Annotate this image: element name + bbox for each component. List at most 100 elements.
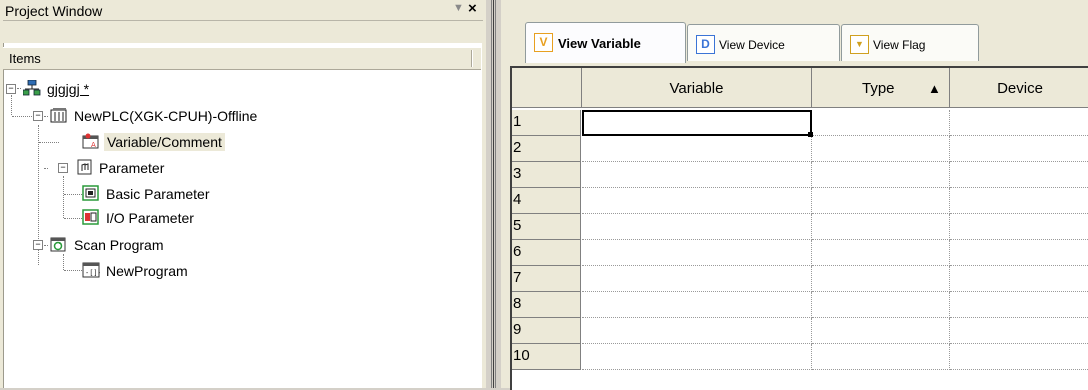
row-header[interactable]: 2: [512, 136, 581, 162]
grid-cell[interactable]: [812, 318, 950, 344]
close-icon[interactable]: ×: [468, 0, 477, 17]
column-header-label: Variable: [669, 80, 724, 97]
svg-text:A: A: [91, 141, 96, 149]
row-header[interactable]: 3: [512, 162, 581, 188]
tree-line: [12, 116, 34, 117]
collapse-icon[interactable]: −: [58, 163, 68, 173]
grid-cell[interactable]: [950, 240, 1088, 266]
column-header-variable[interactable]: Variable: [582, 68, 812, 108]
tree-line: [39, 142, 59, 143]
grid-cell[interactable]: [582, 136, 812, 162]
grid-corner-cell[interactable]: [512, 68, 582, 108]
grid-cell[interactable]: [812, 240, 950, 266]
scan-program-icon: [50, 237, 66, 252]
column-divider[interactable]: [471, 50, 473, 67]
grid-cell[interactable]: [582, 318, 812, 344]
tree-item-new-program[interactable]: -[]- NewProgram: [82, 261, 302, 281]
grid-cell[interactable]: [812, 110, 950, 136]
parameter-icon: [77, 159, 92, 175]
grid-cell[interactable]: [582, 214, 812, 240]
row-header[interactable]: 9: [512, 318, 581, 344]
grid-cell[interactable]: [950, 318, 1088, 344]
tree-item-label: Variable/Comment: [104, 133, 225, 151]
grid-cell[interactable]: [950, 188, 1088, 214]
grid-cell[interactable]: [582, 188, 812, 214]
project-window: Project Window ▼ × Items − gjgjgj * − Ne…: [0, 0, 486, 388]
row-header[interactable]: 6: [512, 240, 581, 266]
grid-cell[interactable]: [950, 136, 1088, 162]
tab-label: View Flag: [873, 38, 926, 52]
tab-label: View Device: [719, 38, 785, 52]
grid-cell[interactable]: [582, 292, 812, 318]
pane-splitter[interactable]: [486, 0, 501, 388]
basic-parameter-icon: [82, 185, 99, 201]
grid-cell[interactable]: [950, 344, 1088, 370]
grid-cell[interactable]: [812, 214, 950, 240]
column-header-label: Type: [862, 80, 895, 97]
row-header[interactable]: 4: [512, 188, 581, 214]
tab-view-device[interactable]: D View Device: [687, 24, 840, 61]
row-header[interactable]: 8: [512, 292, 581, 318]
collapse-icon[interactable]: −: [33, 111, 43, 121]
tree-line: [63, 176, 64, 218]
row-header[interactable]: 7: [512, 266, 581, 292]
network-icon: [23, 80, 41, 96]
io-parameter-icon: [82, 209, 99, 225]
tree-item-basic-parameter[interactable]: Basic Parameter: [82, 184, 302, 204]
variable-grid: Variable Type ▲ Device 1 2 3 4 5 6 7 8 9 10: [510, 66, 1088, 390]
flag-icon: ▼: [850, 35, 869, 54]
grid-cell[interactable]: [812, 162, 950, 188]
tree-line: [64, 218, 82, 219]
sort-ascending-icon: ▲: [928, 81, 941, 96]
grid-cell[interactable]: [812, 136, 950, 162]
project-window-titlebar[interactable]: Project Window ▼ ×: [3, 0, 483, 21]
tab-view-flag[interactable]: ▼ View Flag: [841, 24, 979, 61]
column-header-label: Device: [997, 80, 1043, 97]
grid-cell[interactable]: [582, 266, 812, 292]
row-header[interactable]: 10: [512, 344, 581, 370]
tree-item-label: NewProgram: [106, 263, 188, 279]
collapse-icon[interactable]: −: [6, 84, 16, 94]
active-cell[interactable]: [582, 110, 813, 137]
row-header[interactable]: 1: [512, 110, 581, 136]
tree-item-plc[interactable]: − NewPLC(XGK-CPUH)-Offline: [33, 106, 353, 126]
grid-cell[interactable]: [812, 292, 950, 318]
grid-cell[interactable]: [950, 162, 1088, 188]
column-header-type[interactable]: Type ▲: [812, 68, 950, 108]
grid-cell[interactable]: [582, 240, 812, 266]
plc-icon: [50, 108, 67, 123]
grid-cell[interactable]: [950, 214, 1088, 240]
tree-item-variable-comment[interactable]: A Variable/Comment: [58, 132, 278, 152]
variable-comment-icon: A: [82, 133, 99, 149]
grid-cell[interactable]: [812, 344, 950, 370]
tree-line: [44, 168, 48, 169]
tree-line: [63, 254, 64, 270]
tree-item-label: Scan Program: [74, 237, 164, 253]
tree-item-scan-program[interactable]: − Scan Program: [33, 235, 253, 255]
tree-item-project[interactable]: − gjgjgj *: [6, 79, 206, 99]
collapse-icon[interactable]: −: [33, 240, 43, 250]
tree-item-io-parameter[interactable]: I/O Parameter: [82, 208, 302, 228]
items-column-header[interactable]: Items: [3, 47, 481, 70]
tree-item-label: Parameter: [99, 160, 165, 176]
device-icon: D: [696, 35, 715, 54]
tree-item-label: I/O Parameter: [106, 210, 194, 226]
grid-cell[interactable]: [812, 266, 950, 292]
tab-view-variable[interactable]: V View Variable: [525, 22, 686, 63]
tree-item-parameter[interactable]: − Parameter: [58, 158, 278, 178]
tree-item-label: gjgjgj *: [47, 81, 90, 97]
grid-cell[interactable]: [950, 292, 1088, 318]
grid-cell[interactable]: [950, 110, 1088, 136]
grid-cell[interactable]: [582, 162, 812, 188]
tree-item-label: NewPLC(XGK-CPUH)-Offline: [74, 108, 258, 124]
tab-label: View Variable: [558, 36, 641, 51]
tree-line: [64, 270, 82, 271]
dropdown-icon[interactable]: ▼: [453, 2, 464, 14]
grid-cell[interactable]: [812, 188, 950, 214]
grid-cell[interactable]: [582, 344, 812, 370]
column-header-device[interactable]: Device: [950, 68, 1088, 108]
fill-handle[interactable]: [808, 132, 813, 137]
grid-cell[interactable]: [950, 266, 1088, 292]
variable-icon: V: [534, 33, 553, 52]
row-header[interactable]: 5: [512, 214, 581, 240]
